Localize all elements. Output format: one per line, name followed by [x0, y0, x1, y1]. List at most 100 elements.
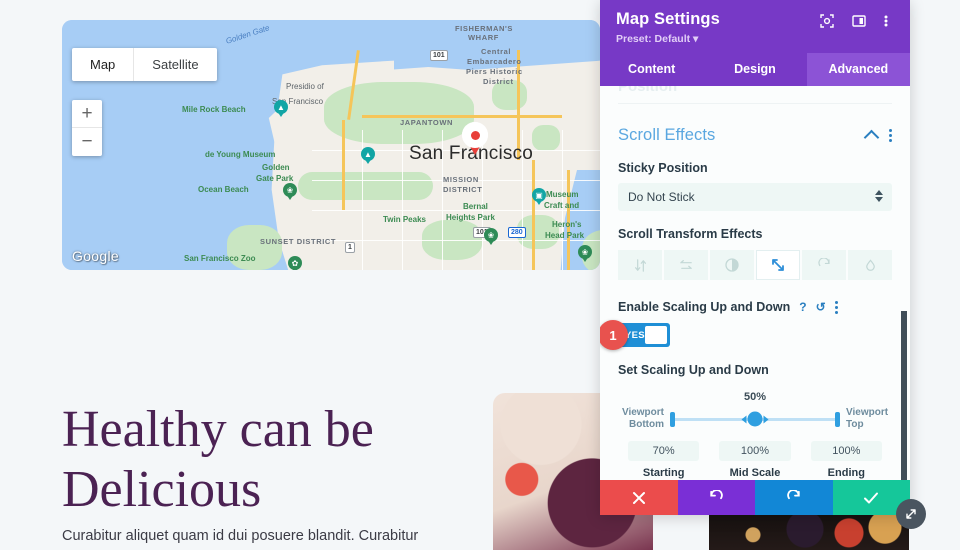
scale-values-row: 70% StartingScale 100% Mid Scale: [618, 441, 892, 480]
map-highway-1-w: [342, 120, 345, 210]
map-label: DISTRICT: [443, 185, 483, 194]
help-icon[interactable]: ?: [799, 301, 806, 313]
enable-scaling-label: Enable Scaling Up and Down: [618, 300, 791, 314]
scaling-up-down-icon[interactable]: [756, 250, 800, 280]
map-type-map[interactable]: Map: [72, 48, 135, 81]
map-zoom-control[interactable]: + −: [72, 100, 102, 156]
zoom-in-button[interactable]: +: [72, 100, 102, 128]
panel-footer[interactable]: [600, 480, 910, 515]
rotating-icon[interactable]: [802, 250, 846, 280]
map-park-presidio: [324, 82, 474, 144]
mile-rock-beach-pin[interactable]: ▲: [274, 100, 288, 118]
map-route-shield: 101: [430, 50, 448, 61]
herons-head-park-pin[interactable]: ❀: [578, 245, 592, 263]
slider-endcap-left[interactable]: [670, 412, 675, 427]
google-logo: Google: [72, 248, 119, 264]
map-highway-101-s: [532, 160, 535, 270]
map-route-shield: 280: [508, 227, 526, 238]
fade-in-out-icon[interactable]: [710, 250, 754, 280]
tab-advanced[interactable]: Advanced: [806, 53, 910, 86]
kebab-menu-icon[interactable]: [834, 300, 838, 314]
map-label: Mile Rock Beach: [182, 105, 246, 114]
mid-scale-group[interactable]: 100% Mid Scale: [709, 441, 800, 480]
cancel-button[interactable]: [600, 480, 678, 515]
map-route-shield: 1: [345, 242, 355, 253]
google-map[interactable]: Golden Gate Presidio of San Francisco FISHE…: [62, 20, 600, 270]
ending-scale-value[interactable]: 100%: [810, 441, 882, 461]
mid-scale-value[interactable]: 100%: [719, 441, 791, 461]
panel-tabs[interactable]: Content Design Advanced: [600, 53, 910, 86]
map-label: Twin Peaks: [383, 215, 426, 224]
starting-scale-group[interactable]: 70% StartingScale: [618, 441, 709, 480]
ending-scale-group[interactable]: 100% EndingScale: [801, 441, 892, 480]
mid-scale-label: Mid Scale: [729, 467, 781, 479]
undo-button[interactable]: [677, 480, 755, 515]
redo-button[interactable]: [755, 480, 833, 515]
sticky-position-value: Do Not Stick: [628, 190, 695, 204]
focus-icon[interactable]: [820, 14, 834, 28]
tab-design[interactable]: Design: [703, 53, 806, 86]
panel-header: Map Settings Preset: Default ▾: [600, 0, 910, 53]
map-park-small-ne: [532, 125, 560, 151]
set-scaling-label: Set Scaling Up and Down: [618, 363, 769, 377]
map-label: SUNSET DISTRICT: [260, 237, 337, 246]
san-francisco-zoo-pin[interactable]: ✿: [288, 256, 302, 270]
zoom-out-button[interactable]: −: [72, 128, 102, 156]
scroll-transform-effects-options[interactable]: [618, 250, 892, 280]
san-francisco-marker[interactable]: [462, 122, 488, 156]
slider-mid-handle[interactable]: [741, 411, 769, 427]
reset-icon[interactable]: ↺: [816, 301, 826, 313]
scroll-transform-effects-label: Scroll Transform Effects: [618, 227, 763, 241]
starting-scale-label: StartingScale: [642, 467, 685, 479]
panel-scrollbar[interactable]: [901, 311, 907, 480]
map-label: Museum: [546, 190, 579, 199]
toggle-knob: [645, 326, 667, 344]
slider-mid-percent: 50%: [743, 391, 767, 403]
horizontal-motion-icon[interactable]: [664, 250, 708, 280]
panel-body[interactable]: Position Scroll Effects Sticky Position …: [600, 86, 910, 480]
de-young-museum-pin[interactable]: ▲: [361, 147, 375, 165]
kebab-menu-icon[interactable]: [889, 129, 892, 142]
map-type-satellite[interactable]: Satellite: [134, 48, 216, 81]
chevron-updown-icon: [875, 190, 883, 202]
starting-scale-value[interactable]: 70%: [628, 441, 700, 461]
kebab-menu-icon[interactable]: [884, 14, 898, 28]
map-label: Presidio of: [286, 82, 324, 91]
page-heading: Healthy can be Delicious: [62, 401, 374, 518]
map-park-golden-gate: [298, 172, 433, 200]
bernal-heights-park-pin[interactable]: ❀: [484, 228, 498, 246]
map-settings-panel[interactable]: Map Settings Preset: Default ▾ Content D…: [600, 0, 910, 515]
map-label: Bernal: [463, 202, 488, 211]
map-label: San Francisco Zoo: [184, 254, 256, 263]
chevron-up-icon[interactable]: [863, 129, 880, 146]
panel-header-icons[interactable]: [820, 14, 898, 28]
museum-craft-pin[interactable]: ▣: [532, 188, 546, 206]
scaling-slider-block[interactable]: 50% Viewport Bottom Viewport Top 70% Sta…: [618, 391, 892, 480]
map-label: de Young Museum: [205, 150, 276, 159]
resize-diagonal-icon[interactable]: [896, 499, 926, 529]
blur-icon[interactable]: [848, 250, 892, 280]
section-position-partial[interactable]: Position: [618, 86, 892, 104]
map-label: Gate Park: [256, 174, 294, 183]
map-type-control[interactable]: Map Satellite: [72, 48, 217, 81]
map-label: MISSION: [443, 175, 479, 184]
vertical-motion-icon[interactable]: [618, 250, 662, 280]
sticky-position-label: Sticky Position: [618, 161, 708, 175]
layout-panel-icon[interactable]: [852, 14, 866, 28]
tab-content[interactable]: Content: [600, 53, 703, 86]
scroll-effects-section-header[interactable]: Scroll Effects: [618, 126, 892, 146]
scaling-slider-track[interactable]: [670, 409, 840, 429]
map-label: JAPANTOWN: [400, 118, 454, 127]
map-highway-1: [362, 115, 562, 118]
map-label: Heron's: [552, 220, 582, 229]
slider-endcap-right[interactable]: [835, 412, 840, 427]
panel-scroll-area[interactable]: Position Scroll Effects Sticky Position …: [600, 86, 910, 480]
panel-preset-selector[interactable]: Preset: Default ▾: [616, 33, 894, 45]
sticky-position-select[interactable]: Do Not Stick: [618, 183, 892, 211]
ending-scale-label: EndingScale: [827, 467, 865, 479]
section-title: Scroll Effects: [618, 126, 716, 144]
golden-gate-park-pin[interactable]: ❀: [283, 183, 297, 201]
berry-bowl-image: [709, 512, 909, 550]
map-label: District: [483, 77, 514, 86]
map-park-lake-merced: [227, 225, 282, 270]
